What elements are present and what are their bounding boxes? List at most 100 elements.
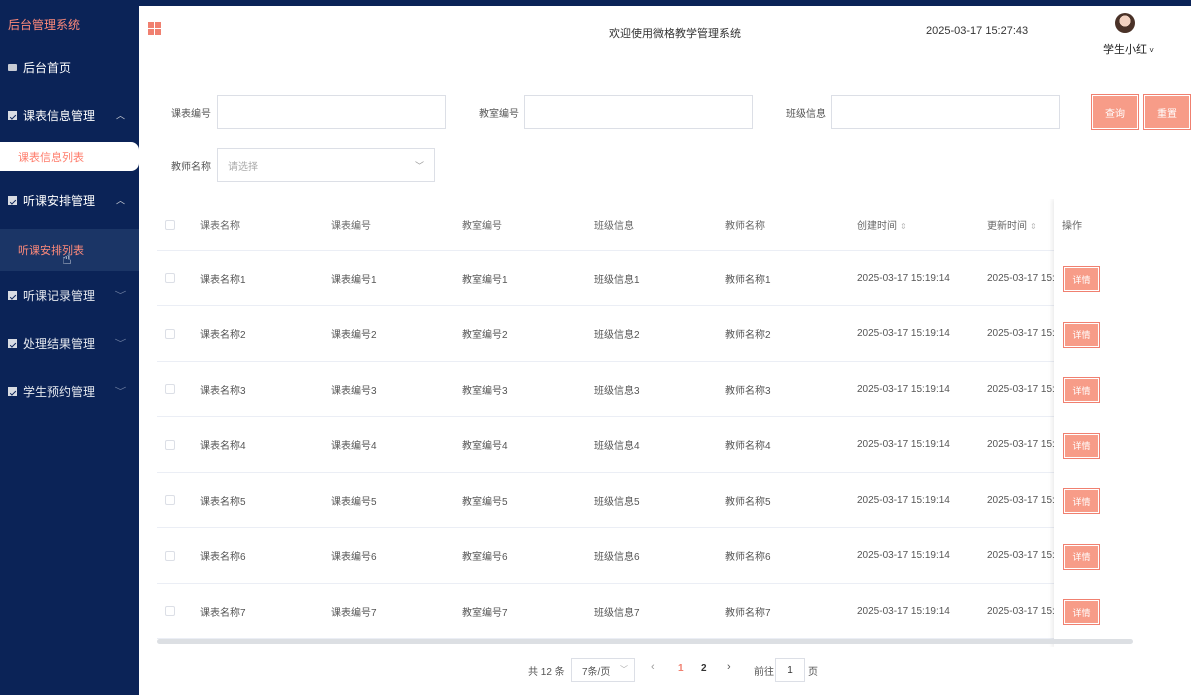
- table-cell: 班级信息2: [594, 330, 640, 341]
- chevron-down-icon: ﹀: [114, 338, 127, 349]
- col-header: 课表编号: [331, 221, 371, 232]
- sidebar-item-label: 听课安排管理: [23, 193, 96, 208]
- row-checkbox[interactable]: [165, 550, 175, 561]
- table-cell: 2025-03-17 15:1: [987, 605, 1061, 617]
- row-checkbox[interactable]: [165, 439, 175, 450]
- row-checkbox[interactable]: [165, 273, 175, 283]
- teacher-select-placeholder: 请选择: [228, 161, 258, 173]
- col-header: 教室编号: [462, 221, 502, 232]
- row-checkbox[interactable]: [165, 606, 175, 616]
- detail-button[interactable]: 详情: [1064, 322, 1099, 347]
- next-page-icon[interactable]: ›: [727, 661, 731, 673]
- sidebar-item-lecture-schedule[interactable]: 听课安排管理 ︿: [0, 171, 139, 229]
- table-row: 课表名称2 课表编号2 教室编号2 班级信息2 教师名称2 2025-03-17 15:1…: [157, 307, 1191, 362]
- chevron-down-icon: ﹀: [620, 665, 628, 674]
- grid-menu-icon[interactable]: [148, 22, 161, 35]
- chevron-up-icon: ︿: [115, 110, 125, 121]
- operation-column: 操作 详情 详情 详情 详情 详情 详情 详情: [1054, 199, 1191, 647]
- col-header-created[interactable]: 创建时间 ⇕: [857, 217, 907, 232]
- course-no-label: 课表编号: [171, 109, 211, 120]
- table-cell: 课表名称7: [200, 607, 246, 619]
- hand-cursor-icon: ☝: [62, 251, 72, 268]
- checkbox-icon: [8, 338, 17, 348]
- page-size-select[interactable]: 7条/页 ﹀: [571, 658, 635, 682]
- table-cell: 教师名称6: [725, 552, 771, 563]
- table-cell: 教师名称4: [725, 441, 771, 452]
- sidebar-subitem-label: 课表信息列表: [18, 151, 84, 164]
- chevron-down-icon: ﹀: [114, 386, 127, 397]
- col-header-label: 创建时间: [857, 221, 897, 232]
- sidebar-item-label: 课表信息管理: [23, 108, 96, 123]
- table-cell: 2025-03-17 15:19:14: [857, 550, 950, 561]
- user-menu[interactable]: 学生小红 ˅: [1103, 41, 1154, 57]
- table-row: 课表名称1 课表编号1 教室编号1 班级信息1 教师名称1 2025-03-17 15:1…: [157, 251, 1191, 306]
- table-row: 课表名称3 课表编号3 教室编号3 班级信息3 教师名称3 2025-03-17 15:1…: [157, 362, 1191, 417]
- sidebar-subitem-course-info-list[interactable]: 课表信息列表: [0, 142, 139, 171]
- table-cell: 课表名称1: [200, 274, 246, 286]
- row-checkbox[interactable]: [165, 495, 175, 505]
- detail-button[interactable]: 详情: [1064, 489, 1099, 513]
- table-cell: 课表名称3: [200, 385, 246, 397]
- table-cell: 班级信息7: [594, 607, 640, 619]
- table-cell: 2025-03-17 15:1: [987, 383, 1061, 395]
- sidebar-item-home[interactable]: 后台首页: [0, 46, 139, 88]
- row-checkbox[interactable]: [165, 384, 175, 394]
- main-content: 欢迎使用微格教学管理系统 2025-03-17 15:27:43 学生小红 ˅ …: [139, 6, 1191, 695]
- table-cell: 课表编号5: [331, 496, 377, 508]
- table-cell: 课表名称5: [200, 496, 246, 508]
- detail-button[interactable]: 详情: [1064, 544, 1099, 569]
- classroom-no-input[interactable]: [524, 95, 753, 129]
- sidebar-item-reservation[interactable]: 学生预约管理 ﹀: [0, 367, 139, 415]
- page-2[interactable]: 2: [701, 663, 707, 674]
- col-header: 课表名称: [200, 221, 240, 232]
- table-cell: 课表编号1: [331, 274, 377, 286]
- brand-title: 后台管理系统: [8, 18, 81, 32]
- table-cell: 2025-03-17 15:19:14: [857, 272, 950, 284]
- chevron-down-icon: ˅: [1147, 46, 1154, 55]
- table-cell: 教室编号1: [462, 274, 508, 286]
- page-size-value: 7条/页: [582, 666, 611, 678]
- select-all-checkbox[interactable]: [165, 219, 175, 230]
- avatar[interactable]: [1115, 13, 1135, 33]
- sort-icon[interactable]: ⇕: [1030, 222, 1037, 231]
- sort-icon[interactable]: ⇕: [900, 222, 907, 231]
- table-cell: 2025-03-17 15:1: [987, 272, 1061, 284]
- sidebar-subitem-lecture-schedule-list[interactable]: 听课安排列表 ☝: [0, 229, 139, 271]
- app-root: 后台管理系统 后台首页 课表信息管理 ︿ 课表信息列表 听课安排管理 ︿ 听课安…: [0, 0, 1191, 695]
- data-table: 课表名称 课表编号 教室编号 班级信息 教师名称 创建时间 ⇕ 更新时间 ⇕ 课表名…: [157, 199, 1191, 647]
- page-suffix: 页: [808, 667, 818, 678]
- query-button[interactable]: 查询: [1092, 95, 1138, 129]
- welcome-text: 欢迎使用微格教学管理系统: [609, 28, 741, 40]
- table-row: 课表名称6 课表编号6 教室编号6 班级信息6 教师名称6 2025-03-17 15:1…: [157, 529, 1191, 584]
- class-info-input[interactable]: [831, 95, 1060, 129]
- sidebar-item-course-info[interactable]: 课表信息管理 ︿: [0, 88, 139, 142]
- goto-page-input[interactable]: 1: [775, 658, 805, 682]
- table-row: 课表名称7 课表编号7 教室编号7 班级信息7 教师名称7 2025-03-17 15:1…: [157, 584, 1191, 639]
- course-no-input[interactable]: [217, 95, 446, 129]
- detail-button[interactable]: 详情: [1064, 267, 1099, 291]
- table-cell: 2025-03-17 15:19:14: [857, 439, 950, 450]
- teacher-select[interactable]: 请选择 ﹀: [217, 148, 435, 182]
- table-cell: 2025-03-17 15:19:14: [857, 383, 950, 395]
- classroom-no-label: 教室编号: [479, 109, 519, 120]
- horizontal-scrollbar[interactable]: [157, 639, 1133, 644]
- sidebar-item-result[interactable]: 处理结果管理 ﹀: [0, 319, 139, 367]
- table-cell: 2025-03-17 15:19:14: [857, 494, 950, 506]
- table-cell: 2025-03-17 15:19:14: [857, 605, 950, 617]
- detail-button[interactable]: 详情: [1064, 433, 1099, 458]
- chevron-down-icon: ﹀: [414, 161, 424, 171]
- page-1[interactable]: 1: [678, 663, 684, 674]
- table-cell: 教师名称3: [725, 385, 771, 397]
- prev-page-icon[interactable]: ‹: [651, 661, 655, 673]
- detail-button[interactable]: 详情: [1064, 378, 1099, 402]
- reset-button[interactable]: 重置: [1144, 95, 1190, 129]
- col-header: 班级信息: [594, 221, 634, 232]
- row-checkbox[interactable]: [165, 328, 175, 339]
- username: 学生小红: [1103, 44, 1147, 56]
- detail-button[interactable]: 详情: [1064, 600, 1099, 624]
- col-header-updated[interactable]: 更新时间 ⇕: [987, 217, 1037, 232]
- sidebar-item-lecture-record[interactable]: 听课记录管理 ﹀: [0, 271, 139, 319]
- table-cell: 教师名称1: [725, 274, 771, 286]
- top-bar: 欢迎使用微格教学管理系统 2025-03-17 15:27:43 学生小红 ˅: [139, 6, 1191, 66]
- col-header: 教师名称: [725, 221, 765, 232]
